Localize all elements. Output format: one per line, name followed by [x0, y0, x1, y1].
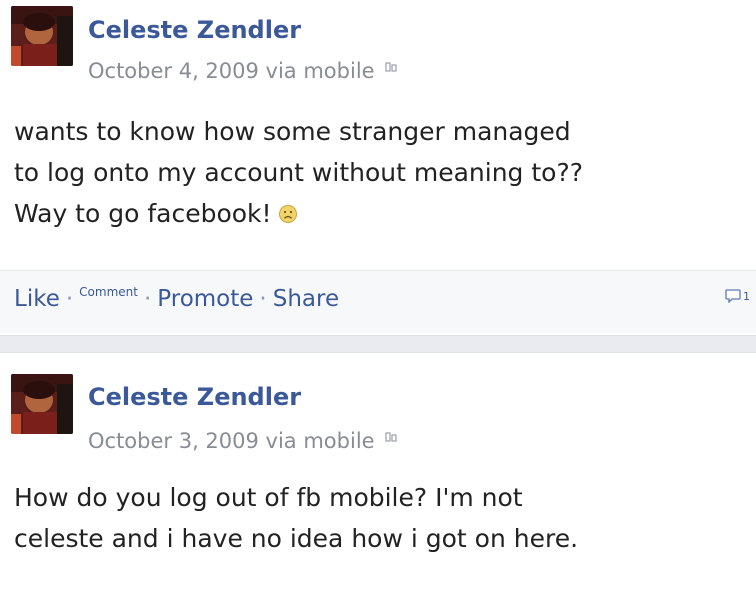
post-text-line: to log onto my account without meaning t… [14, 158, 583, 187]
avatar[interactable] [11, 6, 73, 66]
separator: · [259, 286, 267, 312]
post-date[interactable]: October 3, 2009 via mobile [88, 429, 375, 453]
post-divider [0, 335, 756, 353]
separator: · [65, 286, 74, 312]
separator: · [143, 286, 152, 312]
action-links: Like · Comment · Promote · Share [14, 285, 339, 312]
action-bar: Like · Comment · Promote · Share 1 [0, 270, 756, 333]
post-date[interactable]: October 4, 2009 via mobile [88, 59, 375, 83]
comment-bubble-icon [725, 289, 743, 304]
post-text-line: wants to know how some stranger managed [14, 117, 571, 146]
post-body: How do you log out of fb mobile? I'm not… [14, 477, 749, 559]
post-1: Celeste Zendler October 4, 2009 via mobi… [0, 0, 756, 335]
post-meta: October 4, 2009 via mobile [88, 53, 397, 83]
like-link[interactable]: Like [14, 286, 60, 312]
author-name[interactable]: Celeste Zendler [88, 383, 301, 411]
comment-count[interactable]: 1 [725, 289, 750, 304]
post-2: Celeste Zendler October 3, 2009 via mobi… [0, 353, 756, 595]
sad-face-icon [278, 195, 298, 236]
comment-count-value: 1 [743, 290, 750, 303]
post-text-line: How do you log out of fb mobile? I'm not [14, 483, 523, 512]
post-body: wants to know how some stranger managed … [14, 111, 749, 236]
share-link[interactable]: Share [273, 286, 339, 312]
mobile-icon [384, 423, 397, 447]
post-text-line: celeste and i have no idea how i got on … [14, 524, 579, 553]
mobile-icon [384, 53, 397, 77]
avatar[interactable] [11, 374, 73, 434]
promote-link[interactable]: Promote [157, 286, 253, 312]
post-text-line: Way to go facebook! [14, 193, 749, 236]
comment-link[interactable]: Comment [79, 285, 138, 299]
post-meta: October 3, 2009 via mobile [88, 423, 397, 453]
author-name[interactable]: Celeste Zendler [88, 16, 301, 44]
